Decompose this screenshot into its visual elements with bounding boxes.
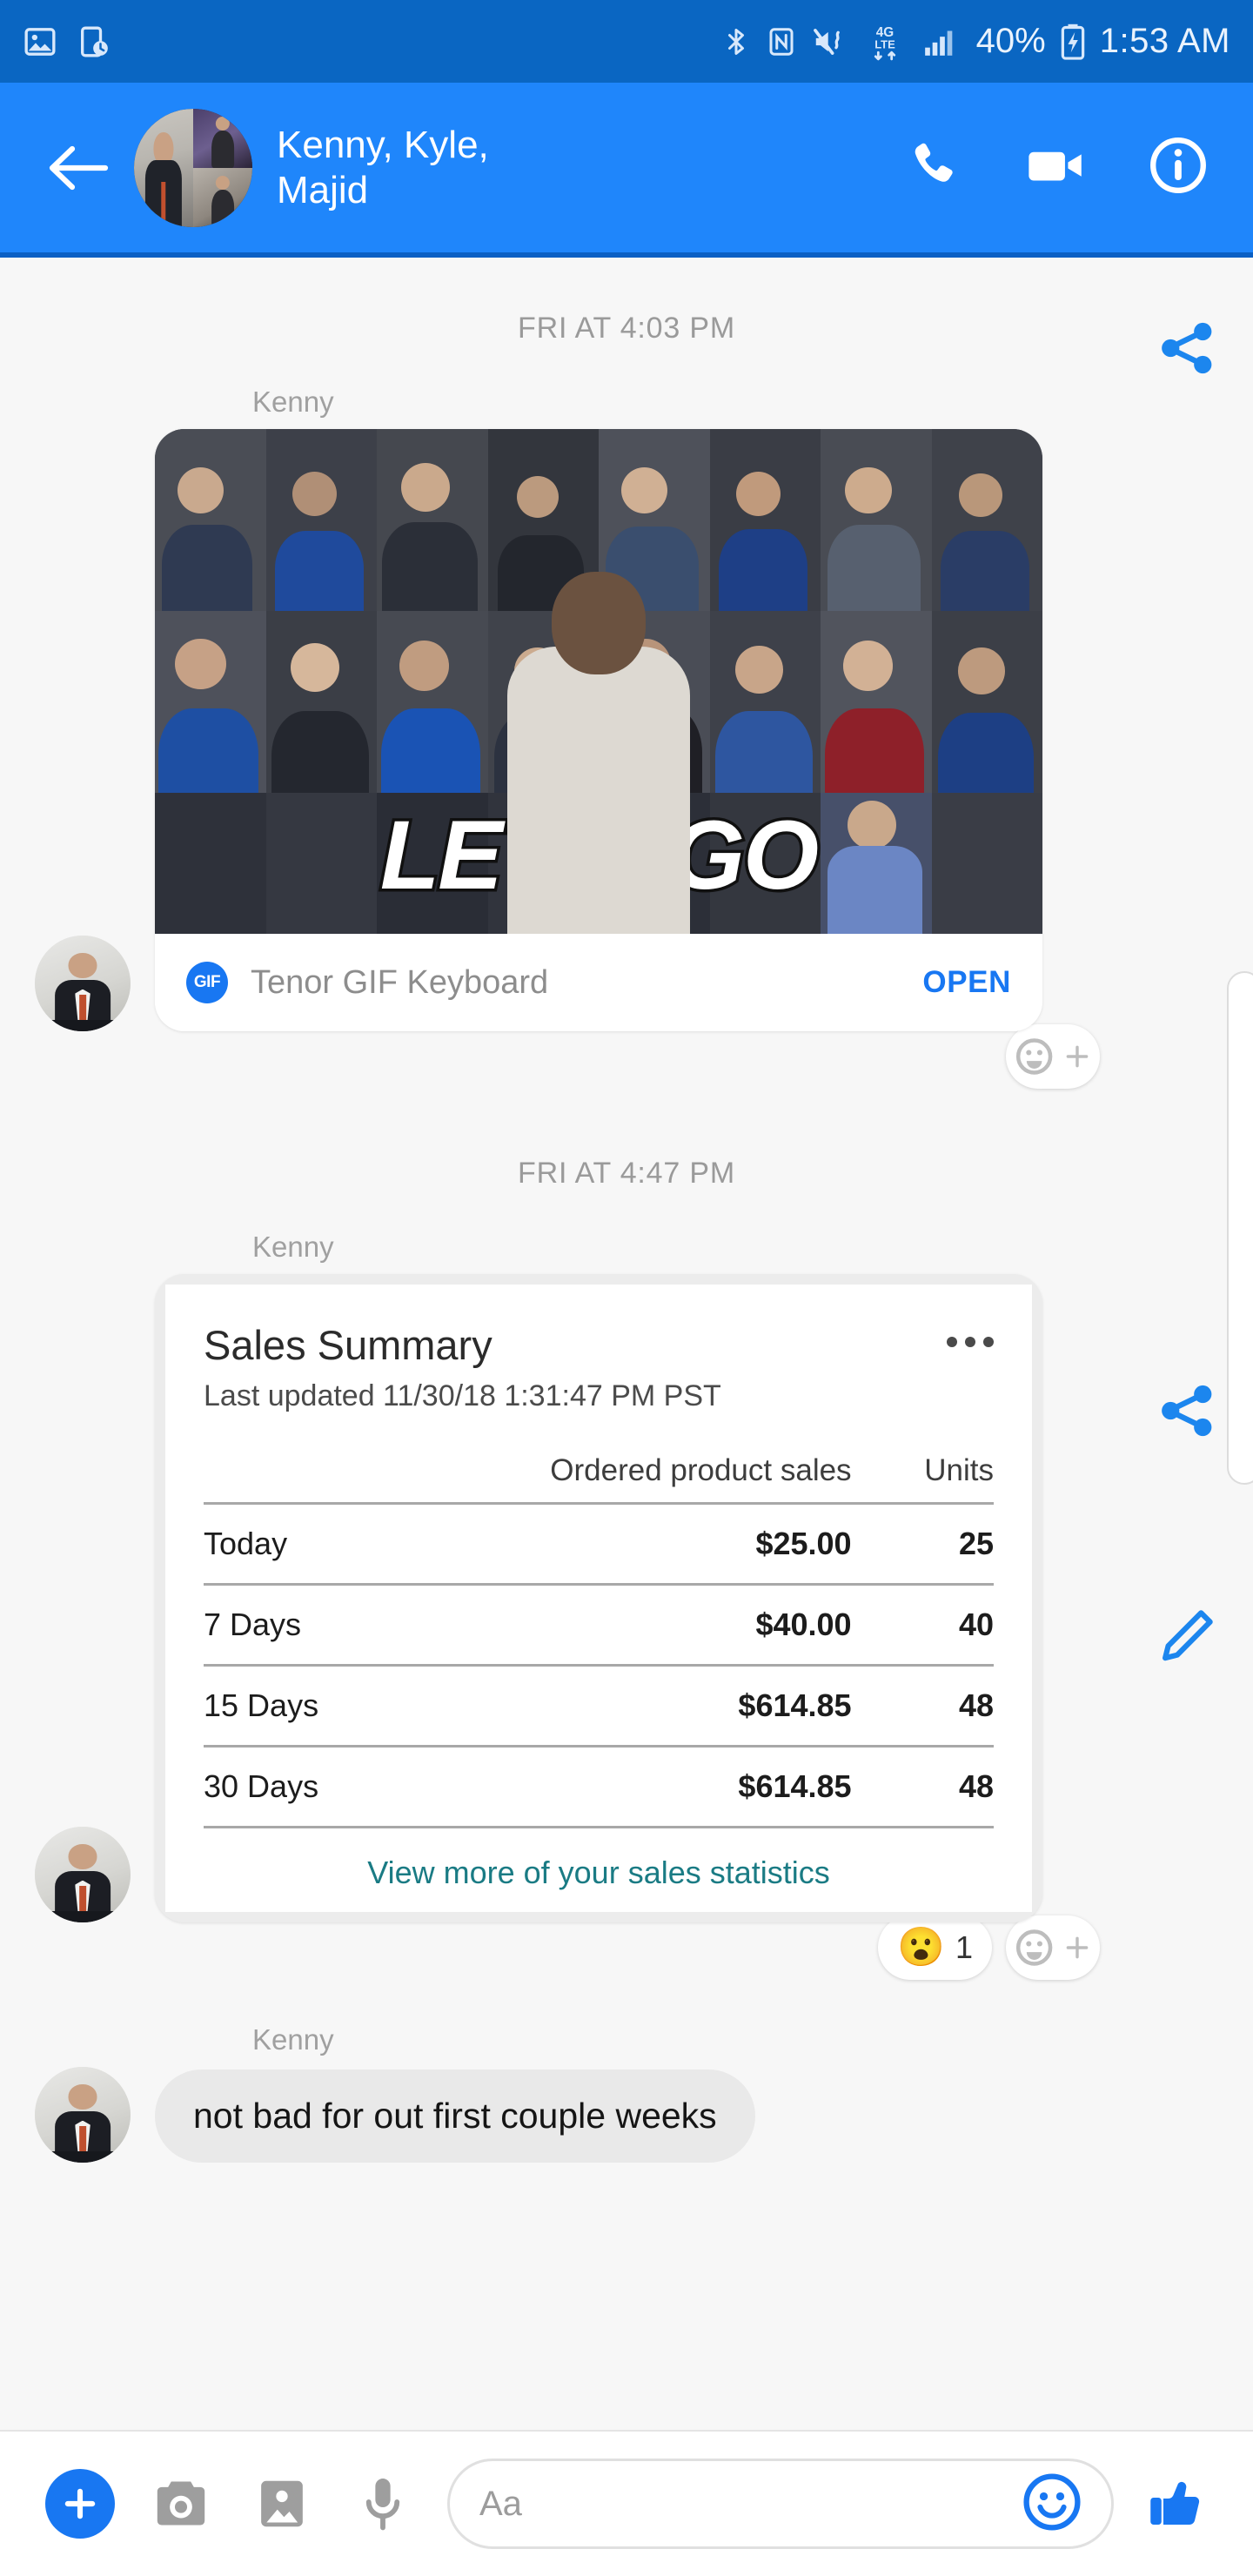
row-label: 15 Days — [204, 1664, 425, 1747]
table-header-row: Ordered product sales Units — [204, 1453, 994, 1504]
message-composer: Aa — [0, 2430, 1253, 2576]
plus-icon[interactable] — [45, 2469, 115, 2539]
card-inner: Sales Summary Last updated 11/30/18 1:31… — [165, 1285, 1032, 1912]
view-more-link[interactable]: View more of your sales statistics — [204, 1826, 994, 1896]
avatar[interactable] — [35, 2067, 131, 2163]
day-timestamp: FRI AT 4:47 PM — [518, 1157, 735, 1190]
avatar[interactable] — [35, 936, 131, 1031]
avatar-thumb-2 — [193, 108, 252, 168]
camera-icon[interactable] — [131, 2476, 231, 2532]
bluetooth-icon — [720, 24, 752, 59]
reaction-wow[interactable]: 😮 1 — [878, 1915, 992, 1980]
add-reaction-button[interactable] — [1006, 1024, 1100, 1089]
conversation-header: Kenny, Kyle, Majid — [0, 83, 1253, 252]
sales-summary-card[interactable]: Sales Summary Last updated 11/30/18 1:31… — [155, 1274, 1042, 1922]
row-units: 48 — [851, 1664, 994, 1747]
more-options-icon[interactable] — [947, 1321, 994, 1347]
microphone-icon[interactable] — [332, 2475, 433, 2532]
svg-text:LTE: LTE — [874, 37, 895, 50]
col-header-units: Units — [924, 1453, 994, 1487]
video-camera-icon[interactable] — [1025, 140, 1086, 195]
gif-subject — [507, 572, 690, 934]
photo-icon — [23, 24, 57, 59]
back-button[interactable] — [30, 144, 125, 192]
text-message-bubble[interactable]: not bad for out first couple weeks — [155, 2070, 755, 2163]
wow-emoji-icon: 😮 — [897, 1926, 945, 1969]
row-units: 48 — [851, 1745, 994, 1826]
emoji-smiley-icon[interactable] — [1022, 2472, 1082, 2536]
col-header-sales: Ordered product sales — [550, 1453, 852, 1487]
day-timestamp: FRI AT 4:03 PM — [518, 312, 735, 345]
edit-pencil-icon[interactable] — [1156, 1603, 1220, 1672]
gallery-icon[interactable] — [231, 2476, 332, 2532]
nfc-icon — [766, 24, 797, 59]
add-reaction-button[interactable] — [1006, 1915, 1100, 1980]
row-sales: $25.00 — [425, 1502, 852, 1585]
sender-name: Kenny — [252, 386, 334, 418]
table-row: 7 Days $40.00 40 — [204, 1583, 994, 1666]
message-list[interactable]: FRI AT 4:03 PM Kenny GO GIF Tenor GIF Ke… — [0, 258, 1253, 2430]
signal-bars-icon — [919, 24, 959, 59]
row-label: 7 Days — [204, 1583, 425, 1666]
table-row: 15 Days $614.85 48 — [204, 1664, 994, 1747]
header-actions — [907, 136, 1223, 199]
gif-attribution-bar[interactable]: GIF Tenor GIF Keyboard OPEN — [155, 934, 1042, 1031]
clock-time: 1:53 AM — [1099, 22, 1230, 60]
row-sales: $614.85 — [425, 1664, 852, 1747]
table-row: Today $25.00 25 — [204, 1502, 994, 1585]
avatar-thumb-3 — [193, 167, 252, 227]
gif-message-bubble[interactable]: LET'S GO GIF Tenor GIF Keyboard OPEN — [155, 429, 1042, 1031]
gif-reaction-bar — [0, 1024, 1253, 1089]
sales-table: Ordered product sales Units Today $25.00… — [204, 1453, 994, 1826]
thumbs-up-icon[interactable] — [1128, 2473, 1223, 2534]
reaction-count: 1 — [955, 1929, 973, 1965]
open-actions-button[interactable] — [30, 2469, 131, 2539]
card-header: Sales Summary — [165, 1321, 1032, 1369]
message-input-wrapper[interactable]: Aa — [447, 2459, 1114, 2549]
message-row-card: Sales Summary Last updated 11/30/18 1:31… — [0, 1274, 1253, 1922]
table-row: 30 Days $614.85 48 — [204, 1745, 994, 1826]
sender-name: Kenny — [252, 2023, 334, 2056]
card-reaction-bar: 😮 1 — [0, 1915, 1253, 1980]
row-units: 40 — [851, 1583, 994, 1666]
row-label: Today — [204, 1502, 425, 1585]
avatar-thumb-1 — [134, 108, 193, 227]
gif-image[interactable]: LET'S GO — [155, 429, 1042, 934]
info-circle-icon[interactable] — [1149, 136, 1208, 199]
phone-icon[interactable] — [907, 138, 962, 198]
avatar-thumbs-stack — [193, 108, 252, 227]
row-sales: $40.00 — [425, 1583, 852, 1666]
gif-source-name: Tenor GIF Keyboard — [251, 963, 549, 1001]
status-bar-left — [23, 24, 111, 59]
message-input-placeholder[interactable]: Aa — [479, 2485, 1022, 2524]
mute-vibrate-icon — [811, 24, 851, 59]
row-sales: $614.85 — [425, 1745, 852, 1826]
gif-badge-icon: GIF — [186, 962, 228, 1003]
gif-open-button[interactable]: OPEN — [922, 965, 1011, 1000]
share-icon[interactable] — [1156, 1379, 1220, 1447]
message-row-text: not bad for out first couple weeks — [0, 2067, 1253, 2163]
status-bar: 4G LTE 40% 1:53 AM — [0, 0, 1253, 83]
row-units: 25 — [851, 1502, 994, 1585]
avatar[interactable] — [35, 1827, 131, 1922]
status-bar-right: 4G LTE 40% 1:53 AM — [720, 22, 1230, 62]
share-icon[interactable] — [1156, 316, 1220, 385]
row-label: 30 Days — [204, 1745, 425, 1826]
screenshot-clock-icon — [77, 24, 111, 59]
4g-lte-icon: 4G LTE — [865, 22, 905, 62]
card-subtitle: Last updated 11/30/18 1:31:47 PM PST — [204, 1379, 721, 1412]
sender-name: Kenny — [252, 1231, 334, 1263]
col-header-blank — [204, 1453, 425, 1504]
battery-charging-icon — [1060, 23, 1086, 60]
group-avatar[interactable] — [134, 108, 252, 227]
message-row-gif: LET'S GO GIF Tenor GIF Keyboard OPEN — [0, 322, 1253, 1031]
battery-percent: 40% — [975, 22, 1046, 60]
page-title[interactable]: Kenny, Kyle, Majid — [277, 123, 564, 213]
card-title: Sales Summary — [204, 1322, 492, 1368]
